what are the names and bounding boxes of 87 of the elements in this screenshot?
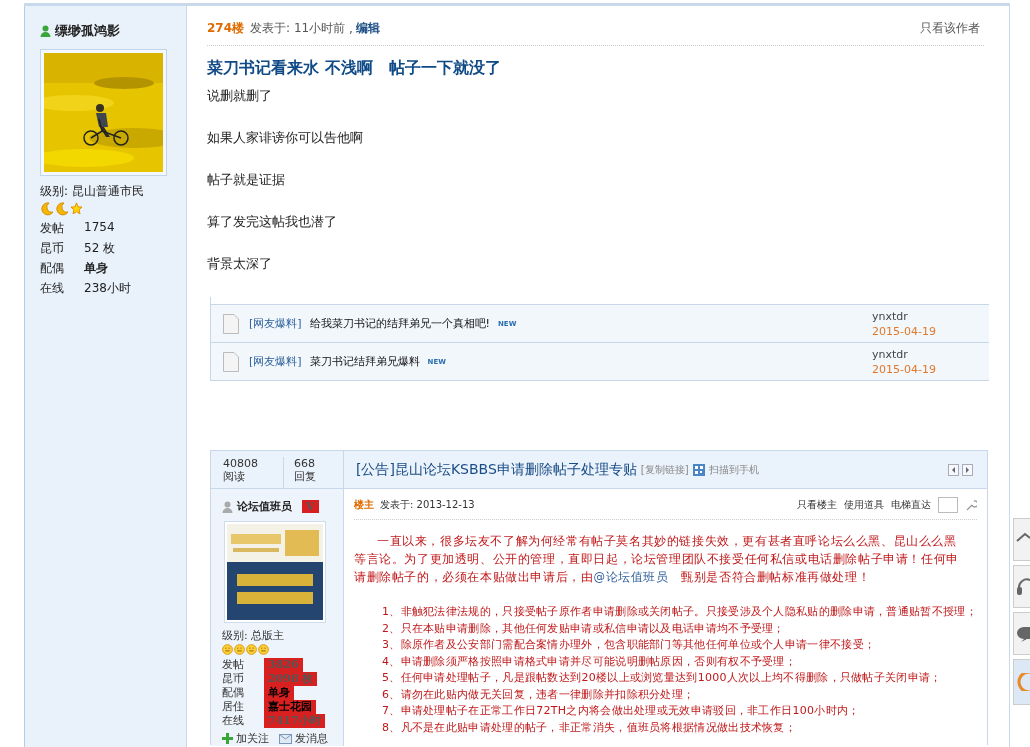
stat-count: 40808 [223,457,259,470]
rule-item: 6、请勿在此贴内做无关回复，违者一律删除并扣除积分处理； [382,686,695,703]
post-paragraph: 如果人家诽谤你可以告他啊 [207,129,364,146]
post-paragraph: 帖子就是证据 [207,171,286,188]
thread-category[interactable]: [网友爆料] [249,354,302,369]
side-tool-button[interactable] [1013,612,1030,655]
stat-value: 52 枚 [84,240,117,257]
stat-label: 在线 [222,714,245,728]
stat-value: 嘉士花园 [264,700,316,714]
thread-author[interactable]: ynxtdr [872,309,989,323]
rule-item: 8、凡不是在此贴申请处理的帖子，非正常消失，值班员将根据情况做出技术恢复； [382,719,797,736]
document-icon [223,351,239,372]
stat-value: 单身 [84,260,109,277]
edit-link[interactable]: 编辑 [355,20,380,37]
floor-number: 274楼 [207,20,245,37]
user-level: 级别: 总版主 [222,628,286,643]
message-link[interactable]: 发消息 [279,731,328,746]
floor-input[interactable] [938,497,958,513]
thread-author[interactable]: ynxtdr [872,347,989,361]
stat-value: 238小时 [84,280,132,297]
stat-value: 7417小时 [264,714,325,728]
stat-count: 668 [294,457,316,470]
user-level: 级别: 昆山普通市民 [40,183,145,200]
next-button[interactable] [962,463,973,476]
envelope-icon [279,733,292,744]
smiley-icon [258,644,269,655]
smiley-icon [234,644,245,655]
qr-code-icon[interactable] [692,463,705,476]
stat-label: 配偶 [222,686,245,700]
username[interactable]: 缥缈孤鸿影 [55,22,120,40]
stat-label: 昆币 [222,672,245,686]
rule-item: 7、申请处理帖子在正常工作日72TH之内将会做出处理或无效申请驳回，非工作日100小时内； [382,703,860,719]
post-paragraph: 算了发完这帖我也潜了 [207,213,338,230]
side-tool-button[interactable] [1013,518,1030,561]
stat-value: 单身 [264,686,294,700]
star-icon [70,202,83,215]
post-title: 菜刀书记看来水 不浅啊 帖子一下就没了 [207,58,502,79]
mention-link[interactable]: @论坛值班员 [593,570,669,584]
follow-link[interactable]: 加关注 [222,731,269,746]
username[interactable]: 论坛值班员 [237,499,292,514]
post-tool-link[interactable]: 电梯直达 [891,498,931,512]
smile-icon [1016,673,1030,691]
thread-title: [公告]昆山论坛KSBBS申请删除帖子处理专贴 [356,460,637,479]
stat-label: 配偶 [40,260,65,277]
post-time: 发表于: 2013-12-13 [380,498,475,512]
rule-item: 5、任何申请处理帖子，凡是跟帖数达到20楼以上或浏览量达到1000人次以上均不得删除，只做帖子关闭申请； [382,670,942,686]
thread-category[interactable]: [网友爆料] [249,316,302,331]
rule-item: 2、只在本贴申请删除，其他任何发贴申请或私信申请以及电话申请均不予受理； [382,620,785,637]
plus-icon [222,733,233,744]
rule-item: 1、非触犯法律法规的，只接受帖子原作者申请删除或关闭帖子。只接受涉及个人隐私贴的删除申请，普通贴暂不授理； [382,604,977,620]
smiley-icon [222,644,233,655]
thread-title[interactable]: 菜刀书记结拜弟兄爆料 [309,354,420,369]
floor-label: 楼主 [354,498,374,512]
document-icon [223,313,239,334]
stat-label: 在线 [40,280,65,297]
post-paragraph: 背景太深了 [207,255,273,272]
post-tool-link[interactable]: 使用道具 [844,498,884,512]
post-tool-link[interactable]: 只看楼主 [797,498,837,512]
rule-item: 4、申请删除须严格按照申请格式申请并尽可能说明删帖原因，否则有权不予受理； [382,653,797,670]
stat-label: 发帖 [222,658,245,672]
user-icon [222,500,233,513]
stat-label: 昆币 [40,240,65,257]
moon-icon [55,202,69,216]
stat-label: 发帖 [40,220,65,237]
rule-item: 3、除原作者及公安部门需配合案情办理外，包含职能部门等其他任何单位或个人申请一律不接受； [382,637,876,653]
author-only-link[interactable]: 只看该作者 [920,20,980,37]
stat-label: 回复 [294,470,316,483]
post-paragraph: 说删就删了 [207,87,273,104]
thread-title[interactable]: 给我菜刀书记的结拜弟兄一个真相吧! [309,316,490,331]
headset-icon [1016,576,1030,597]
thread-date: 2015-04-19 [872,362,937,376]
smiley-icon [246,644,257,655]
stat-value: 3826 [264,658,303,672]
notice-paragraph: 一直以来，很多坛友不了解为何经常有帖子莫名其妙的链接失效，更有甚者直呼论坛么么黑、昆山么么黑等言论。为了更加透明、公开的管理，直即日起，论坛管理团队不接受任何私信或电话删除帖子申请！任何申请删除帖子的，必须在本贴做出申请后，由@论坛值班员 甄别是否符合删帖标准再做处理！ [354,533,960,586]
thread-date: 2015-04-19 [872,324,937,338]
stat-value: 1754 [84,220,116,236]
user-icon [40,25,51,37]
stat-value: 2098 枚 [264,672,318,686]
previous-button[interactable] [948,463,959,476]
post-time: 发表于: 11小时前 [250,20,346,37]
chat-icon [1016,624,1030,643]
stat-label: 阅读 [223,470,246,483]
stat-label: 居住 [222,700,245,714]
verified-badge: V [302,500,319,513]
side-tool-button[interactable] [1013,565,1030,608]
moon-icon [40,202,54,216]
separator: , [348,21,353,36]
